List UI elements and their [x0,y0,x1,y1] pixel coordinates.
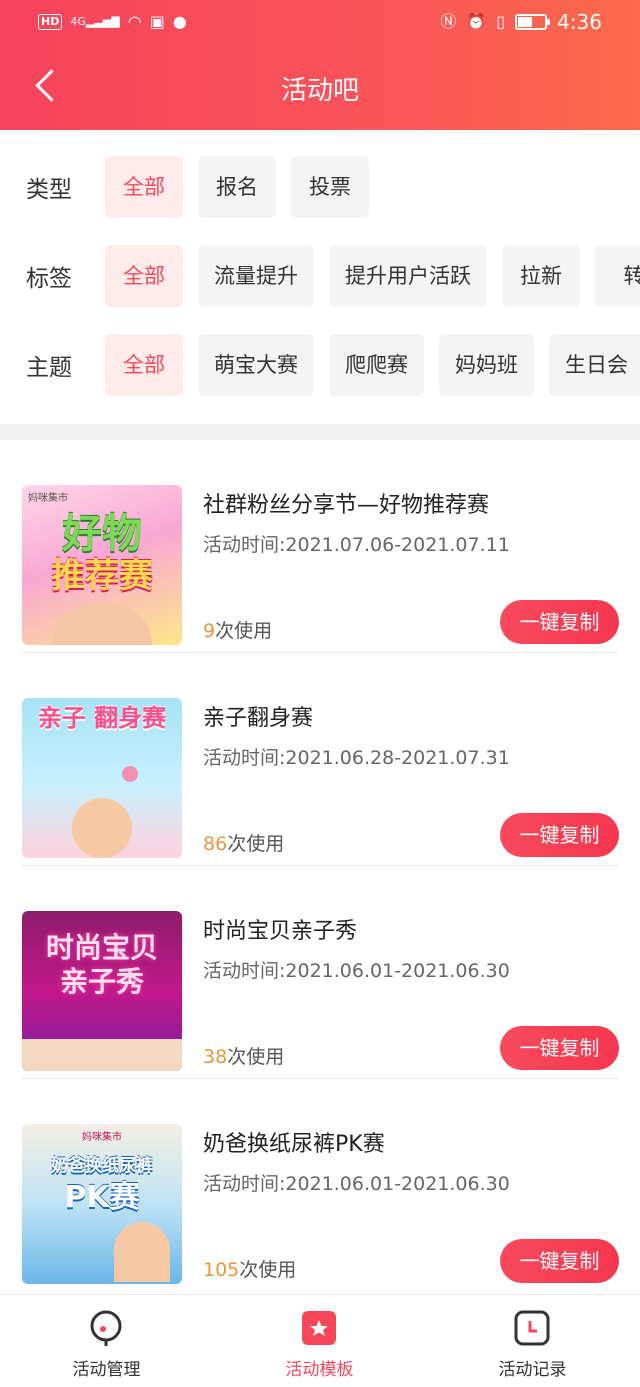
item-time: 活动时间:2021.06.01-2021.06.30 [203,1173,510,1195]
signal-icon: 4G▂▃▅▇ [70,15,120,28]
vibrate-icon: ▯ [496,12,506,31]
filter-chip-all[interactable]: 全部 [105,245,183,307]
item-uses: 86次使用 [203,833,285,855]
dad-illustration [114,1222,170,1282]
filter-chip-mom-class[interactable]: 妈妈班 [439,334,534,396]
status-bar: HD 4G▂▃▅▇ ◠ ▣ ● Ⓝ ⏰ ▯ 4:36 [0,0,640,44]
wifi-icon: ◠ [127,12,142,31]
filter-chip-traffic[interactable]: 流量提升 [198,245,314,307]
child-illustration [72,798,132,858]
copy-button[interactable]: 一键复制 [500,1026,619,1070]
bottom-nav: 活动管理 活动模板 活动记录 [0,1294,640,1387]
filter-label: 类型 [26,177,72,203]
ball-icon [122,766,138,782]
item-uses: 9次使用 [203,620,273,642]
audience-illustration [22,1039,182,1071]
nav-activity-template[interactable]: 活动模板 [213,1295,426,1387]
filter-chip-activity[interactable]: 提升用户活跃 [329,245,487,307]
app-header: HD 4G▂▃▅▇ ◠ ▣ ● Ⓝ ⏰ ▯ 4:36 活动吧 [0,0,640,130]
list-item[interactable]: 妈咪集市 好物 推荐赛 社群粉丝分享节—好物推荐赛 活动时间:2021.07.0… [0,440,640,653]
item-title: 社群粉丝分享节—好物推荐赛 [203,493,490,518]
filter-row-type: 类型 全部 报名 投票 [0,156,640,220]
item-thumbnail: 亲子 翻身赛 [22,698,182,858]
nav-activity-record[interactable]: 活动记录 [426,1295,639,1387]
item-uses: 105次使用 [203,1259,297,1281]
children-illustration [52,603,152,645]
filter-chip-all[interactable]: 全部 [105,156,183,218]
filter-row-theme: 主题 全部 萌宝大赛 爬爬赛 妈妈班 生日会 [0,334,640,398]
item-thumbnail: 妈咪集市 奶爸换纸尿裤 PK赛 [22,1124,182,1284]
item-uses: 38次使用 [203,1046,285,1068]
item-title: 亲子翻身赛 [203,706,314,731]
notification-app-icon: ▣ [149,12,165,31]
activity-manage-icon [90,1310,122,1346]
item-time: 活动时间:2021.06.28-2021.07.31 [203,747,510,769]
copy-button[interactable]: 一键复制 [500,600,619,644]
message-icon: ● [172,12,187,31]
item-thumbnail: 时尚宝贝 亲子秀 [22,911,182,1071]
filter-row-tag: 标签 全部 流量提升 提升用户活跃 拉新转 [0,245,640,309]
list-item[interactable]: 时尚宝贝 亲子秀 时尚宝贝亲子秀 活动时间:2021.06.01-2021.06… [0,866,640,1079]
item-time: 活动时间:2021.07.06-2021.07.11 [203,534,510,556]
nfc-icon: Ⓝ [440,12,457,31]
status-time: 4:36 [557,10,602,34]
list-item[interactable]: 妈咪集市 奶爸换纸尿裤 PK赛 奶爸换纸尿裤PK赛 活动时间:2021.06.0… [0,1079,640,1292]
brand-logo: 妈咪集市 [82,1132,122,1143]
nav-activity-manage[interactable]: 活动管理 [0,1295,213,1387]
list-item[interactable]: 亲子 翻身赛 亲子翻身赛 活动时间:2021.06.28-2021.07.31 … [0,653,640,866]
filter-chip-acquire[interactable]: 拉新 [502,245,580,307]
filter-chip-crawl-race[interactable]: 爬爬赛 [329,334,424,396]
filter-chip-signup[interactable]: 报名 [198,156,276,218]
item-time: 活动时间:2021.06.01-2021.06.30 [203,960,510,982]
section-divider [0,424,640,440]
alarm-icon: ⏰ [466,12,487,31]
filter-chip-baby-contest[interactable]: 萌宝大赛 [198,334,314,396]
activity-record-icon [514,1310,550,1346]
battery-icon [515,14,551,30]
filter-chip-partial[interactable]: 转 [595,245,640,307]
hd-badge: HD [38,14,63,30]
brand-logo: 妈咪集市 [28,493,68,504]
activity-template-icon [302,1311,336,1345]
filter-chip-vote[interactable]: 投票 [291,156,369,218]
item-thumbnail: 妈咪集市 好物 推荐赛 [22,485,182,645]
filter-chip-birthday[interactable]: 生日会 [549,334,640,396]
filter-label: 主题 [26,355,72,381]
page-title: 活动吧 [280,76,359,106]
filter-label: 标签 [26,266,72,292]
copy-button[interactable]: 一键复制 [500,813,619,857]
item-title: 奶爸换纸尿裤PK赛 [203,1132,385,1157]
filter-chip-all[interactable]: 全部 [105,334,183,396]
item-title: 时尚宝贝亲子秀 [203,919,358,944]
copy-button[interactable]: 一键复制 [500,1239,619,1283]
